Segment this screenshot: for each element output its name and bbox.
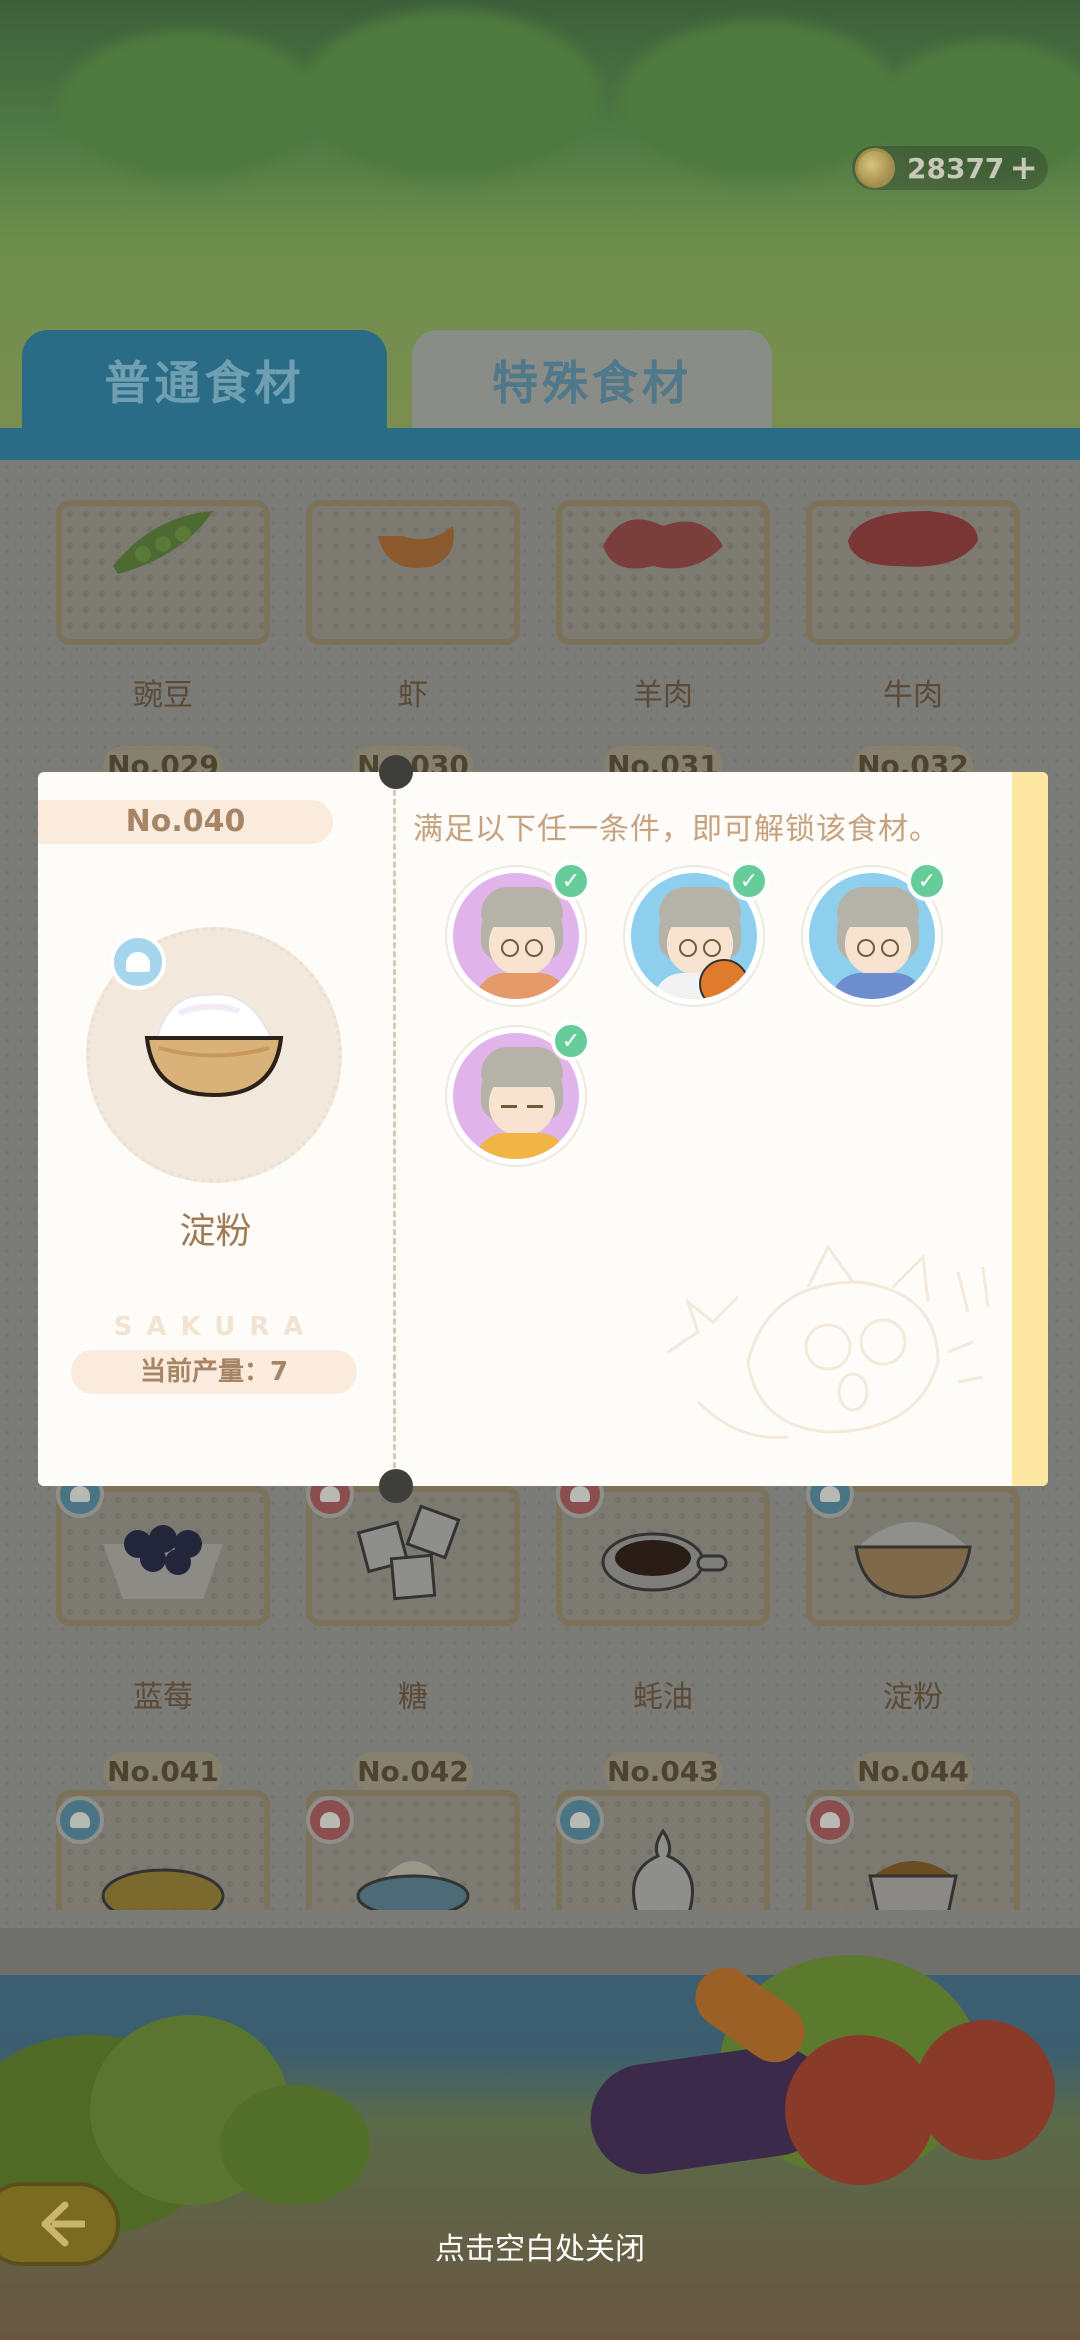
cream-icon <box>356 1861 470 1910</box>
dialog-ingredient-name: 淀粉 <box>179 1211 252 1252</box>
close-hint[interactable]: 点击空白处关闭 <box>0 2224 1080 2268</box>
garlic-icon <box>632 1828 694 1910</box>
ingredient-name: 糖 <box>398 1680 428 1715</box>
ingredient-number: No.041 <box>103 1752 223 1792</box>
dialog-divider <box>393 772 396 1486</box>
grid-bottom-edge <box>0 1928 1080 1975</box>
ingredient-number: No.044 <box>853 1752 973 1792</box>
cat-doodle-icon <box>667 1244 990 1440</box>
ingredient-name: 羊肉 <box>633 678 693 713</box>
chef-badge-icon <box>56 1796 104 1844</box>
pea-icon <box>113 511 213 574</box>
ingredient-number: No.042 <box>353 1752 473 1792</box>
background-scene-bottom <box>0 1955 1080 2340</box>
unlock-condition-text: 满足以下任一条件，即可解锁该食材。 <box>413 812 940 847</box>
ingredient-name: 淀粉 <box>883 1680 943 1715</box>
dialog-notch-bottom <box>379 1469 413 1503</box>
check-icon: ✓ <box>551 1021 591 1061</box>
check-icon: ✓ <box>907 861 947 901</box>
ingredient-number-pill: No.040 <box>38 800 333 844</box>
ingredient-card-beef[interactable] <box>806 500 1020 645</box>
check-icon: ✓ <box>551 861 591 901</box>
ingredient-card-shrimp[interactable] <box>306 500 520 645</box>
blueberry-icon <box>103 1525 223 1599</box>
chef-badge-icon <box>806 1796 854 1844</box>
shrimp-icon <box>378 526 454 568</box>
chef-hat-icon <box>110 934 166 990</box>
ingredient-card-lamb[interactable] <box>556 500 770 645</box>
ingredient-name: 虾 <box>398 678 428 713</box>
tab-normal-ingredients[interactable]: 普通食材 <box>22 330 387 430</box>
condition-avatar[interactable]: ✓ <box>447 1021 591 1165</box>
beef-icon <box>848 511 978 567</box>
tab-strip <box>0 428 1080 460</box>
currency-value: 28377 <box>907 151 1005 185</box>
check-icon: ✓ <box>729 861 769 901</box>
ingredient-name: 蓝莓 <box>133 1680 193 1715</box>
chef-badge-icon <box>556 1796 604 1844</box>
currency-display[interactable]: 28377 + <box>852 146 1048 190</box>
current-output-label: 当前产量：7 <box>71 1350 357 1394</box>
watermark-text: SAKURA <box>113 1312 318 1342</box>
ingredient-number: No.043 <box>603 1752 723 1792</box>
corn-icon <box>101 1868 225 1910</box>
starch-icon <box>854 1522 972 1599</box>
ingredient-card-pea[interactable] <box>56 500 270 645</box>
coin-icon <box>855 148 895 188</box>
plus-icon[interactable]: + <box>1010 151 1039 185</box>
spice-icon <box>868 1861 958 1910</box>
condition-avatar[interactable]: ✓ <box>803 861 947 1005</box>
chef-badge-icon <box>306 1796 354 1844</box>
tab-special-ingredients[interactable]: 特殊食材 <box>412 330 772 430</box>
condition-avatar[interactable]: ✓ <box>447 861 591 1005</box>
starch-bowl-icon <box>144 993 284 1098</box>
dialog-notch-top <box>379 755 413 789</box>
ingredient-name: 牛肉 <box>883 678 943 713</box>
condition-avatar[interactable]: ✓ <box>625 861 769 1005</box>
oyster-sauce-icon <box>601 1532 728 1592</box>
ingredient-name: 豌豆 <box>133 678 193 713</box>
sugar-icon <box>356 1504 461 1601</box>
ingredient-name: 蚝油 <box>633 1680 693 1715</box>
ingredient-unlock-dialog: No.040 淀粉 SAKURA 当前产量：7 满足以下任一条件，即可解锁该食材… <box>38 772 1048 1486</box>
lamb-icon <box>603 519 723 569</box>
